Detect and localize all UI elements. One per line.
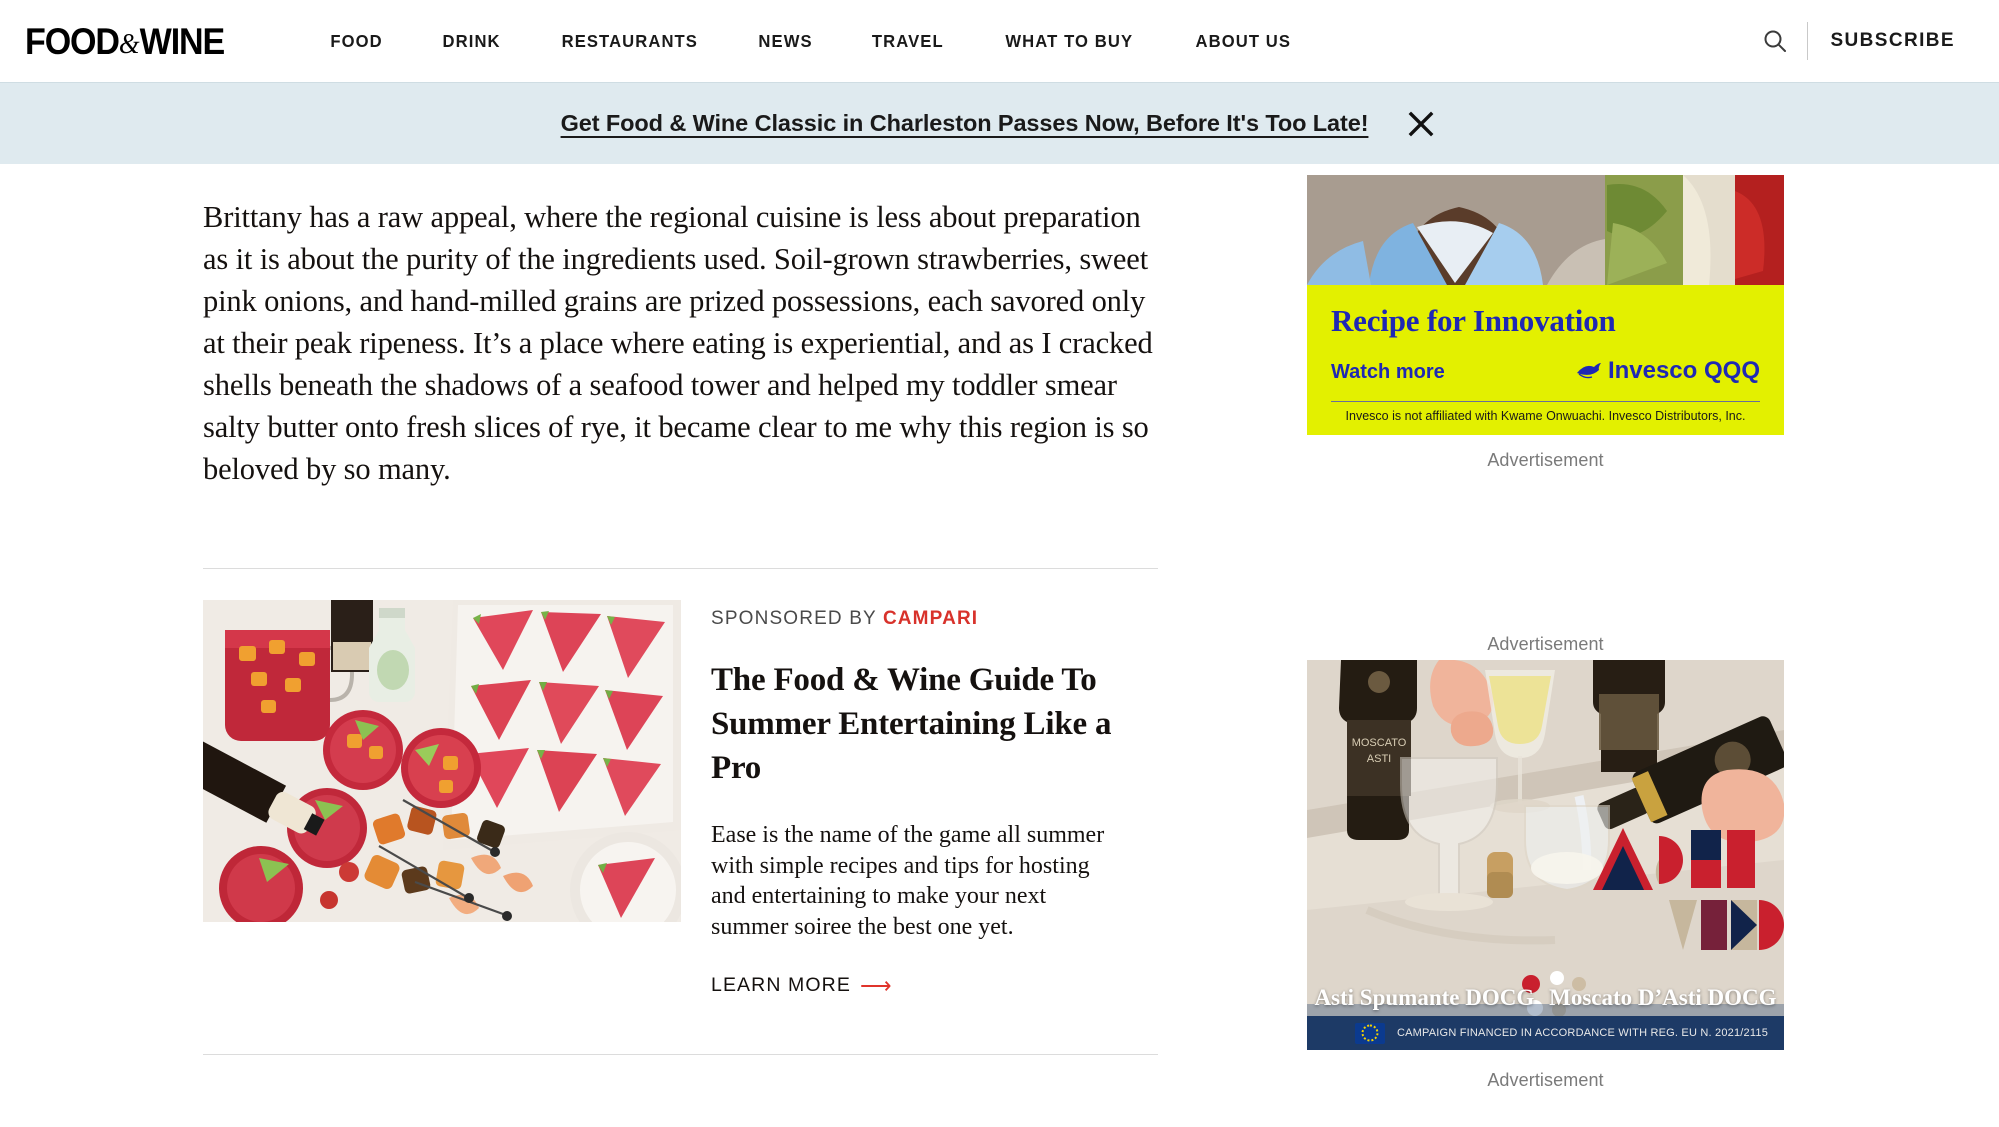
nav-item-drink[interactable]: DRINK (416, 31, 527, 52)
nav-item-news[interactable]: NEWS (732, 31, 839, 52)
ad-label-middle: Advertisement (1487, 634, 1604, 654)
learn-more-link[interactable]: LEARN MORE ⟶ (711, 974, 893, 997)
promo-banner-link[interactable]: Get Food & Wine Classic in Charleston Pa… (561, 110, 1369, 137)
site-header: FOOD&WINE FOOD DRINK RESTAURANTS NEWS TR… (0, 0, 1999, 82)
nav-item-what-to-buy[interactable]: WHAT TO BUY (979, 31, 1160, 52)
ad-invesco-brand-label: Invesco QQQ (1607, 357, 1760, 384)
promo-banner: Get Food & Wine Classic in Charleston Pa… (0, 82, 1999, 164)
logo-ampersand: & (118, 27, 140, 60)
arrow-right-icon: ⟶ (859, 972, 893, 998)
chef-photo (1307, 175, 1784, 285)
main-navigation: FOOD DRINK RESTAURANTS NEWS TRAVEL WHAT … (301, 31, 1321, 52)
ad-invesco-headline: Recipe for Innovation (1331, 303, 1616, 338)
sponsored-kicker: SPONSORED BY CAMPARI (711, 608, 1121, 630)
nav-item-about-us[interactable]: ABOUT US (1169, 31, 1318, 52)
sponsored-image (203, 600, 681, 922)
invesco-fish-icon (1576, 363, 1601, 379)
ad-asti-footer: CAMPAIGN FINANCED IN ACCORDANCE WITH REG… (1307, 1016, 1784, 1050)
header-divider (1807, 22, 1809, 60)
nav-item-restaurants[interactable]: RESTAURANTS (535, 31, 725, 52)
ad-label-top: Advertisement (1487, 450, 1604, 470)
section-divider-top (203, 568, 1158, 569)
close-icon (1409, 111, 1434, 136)
eu-flag-icon (1355, 1022, 1385, 1044)
section-divider-bottom (203, 1054, 1158, 1055)
search-icon (1764, 30, 1787, 52)
ad-asti-product-left: Asti Spumante DOCG (1314, 985, 1535, 1010)
sponsored-title[interactable]: The Food & Wine Guide To Summer Entertai… (711, 658, 1121, 790)
sponsored-description: Ease is the name of the game all summer … (711, 822, 1105, 940)
ad-invesco-rule (1331, 401, 1760, 402)
svg-text:ASTI: ASTI (1367, 753, 1391, 765)
article-paragraph: Brittany has a raw appeal, where the reg… (203, 200, 1153, 486)
search-button[interactable] (1753, 19, 1797, 63)
ad-invesco-photo (1307, 175, 1784, 285)
nav-item-travel[interactable]: TRAVEL (846, 31, 971, 52)
sponsored-text-block: SPONSORED BY CAMPARI The Food & Wine Gui… (711, 600, 1121, 997)
ad-invesco-disclaimer: Invesco is not affiliated with Kwame Onw… (1345, 409, 1746, 423)
promo-close-button[interactable] (1404, 107, 1438, 141)
header-actions: SUBSCRIBE (1753, 0, 1999, 82)
sponsored-card: SPONSORED BY CAMPARI The Food & Wine Gui… (203, 600, 1158, 997)
sponsored-thumbnail[interactable] (203, 600, 681, 922)
article-content: Brittany has a raw appeal, where the reg… (203, 196, 1158, 490)
ad-invesco-brand: Invesco QQQ (1576, 357, 1760, 385)
logo-wine: WINE (139, 20, 226, 62)
nav-item-food[interactable]: FOOD (304, 31, 410, 52)
ad-asti-footer-text: CAMPAIGN FINANCED IN ACCORDANCE WITH REG… (1397, 1027, 1769, 1039)
site-logo[interactable]: FOOD&WINE (25, 20, 226, 62)
ad-invesco-panel: Recipe for Innovation Watch more Invesco… (1307, 285, 1784, 435)
logo-food: FOOD (25, 20, 120, 62)
sponsor-brand-name[interactable]: CAMPARI (883, 608, 978, 629)
ad-asti-product-right: Moscato D’Asti DOCG (1549, 985, 1777, 1010)
ad-invesco-cta[interactable]: Watch more (1331, 361, 1445, 384)
sponsored-by-label: SPONSORED BY (711, 608, 877, 629)
ad-asti-vibes[interactable]: MOSCATO ASTI Asti Spumante DOCG Moscato … (1307, 660, 1784, 1050)
learn-more-label: LEARN MORE (711, 974, 851, 996)
ad-label-bottom: Advertisement (1487, 1070, 1604, 1090)
ad-invesco-qqq[interactable]: Recipe for Innovation Watch more Invesco… (1307, 175, 1784, 435)
svg-text:MOSCATO: MOSCATO (1352, 737, 1407, 749)
subscribe-button[interactable]: SUBSCRIBE (1830, 30, 1955, 52)
ad-asti-products: Asti Spumante DOCG Moscato D’Asti DOCG (1307, 983, 1784, 1012)
